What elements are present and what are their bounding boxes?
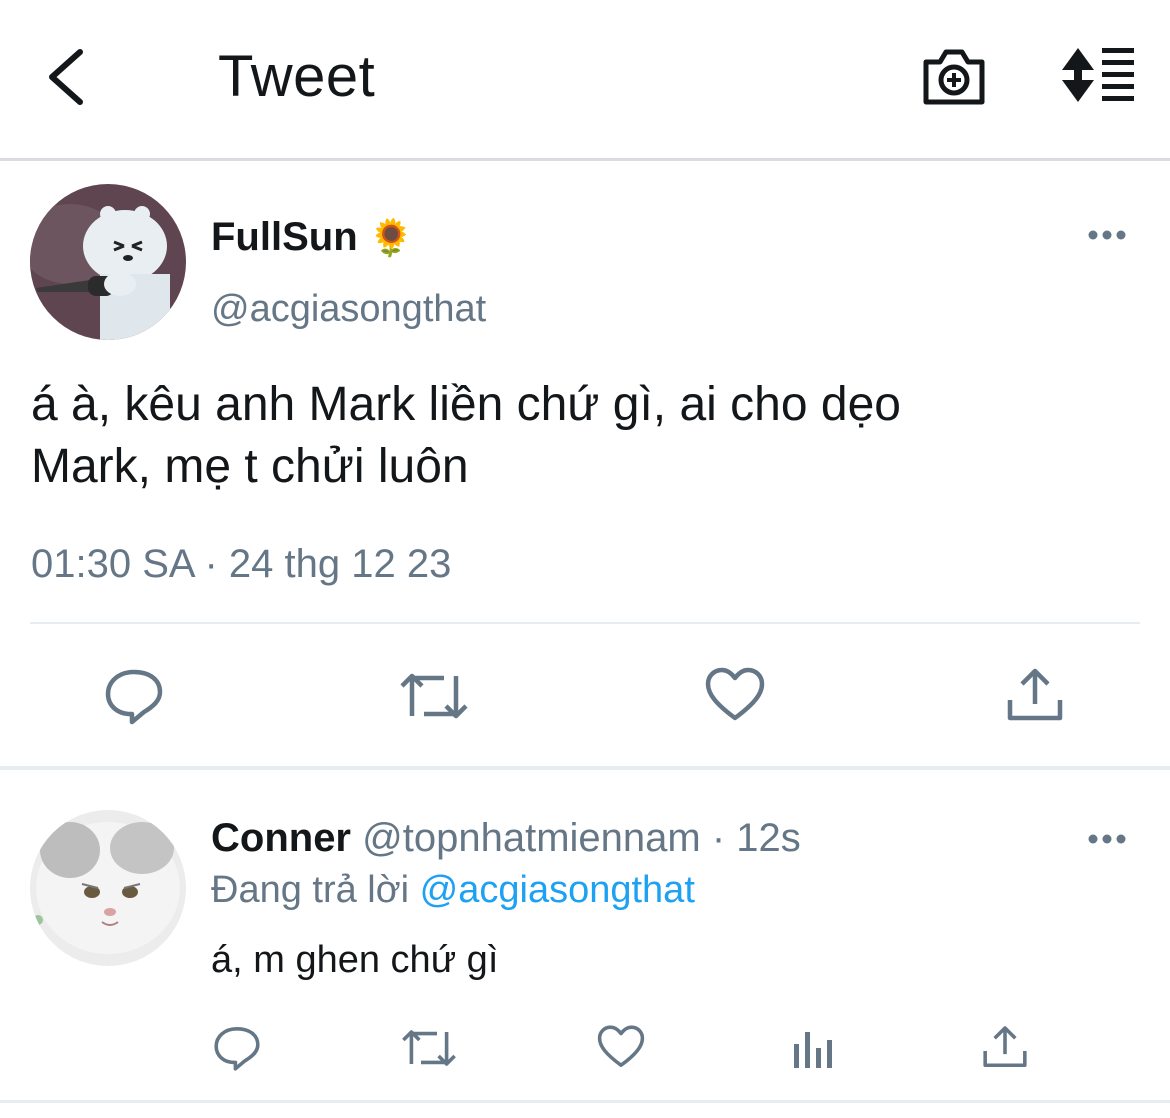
page-title: Tweet xyxy=(218,44,376,109)
sort-button[interactable] xyxy=(1058,44,1138,106)
tweet-timestamp: 01:30 SA · 24 thg 12 23 xyxy=(31,542,452,586)
reply-author-handle[interactable]: @topnhatmiennam xyxy=(362,816,701,860)
like-button[interactable] xyxy=(704,666,766,724)
author-name[interactable]: FullSun xyxy=(211,215,358,259)
bottom-separator xyxy=(0,1100,1170,1103)
reply-analytics-button[interactable] xyxy=(792,1026,834,1070)
reply-text: á, m ghen chứ gì xyxy=(211,939,499,981)
sunflower-emoji: 🌻 xyxy=(368,217,414,258)
share-button[interactable] xyxy=(1006,666,1064,724)
sort-list-icon xyxy=(1062,48,1134,102)
section-separator xyxy=(0,766,1170,770)
reply-author-row: Conner @topnhatmiennam · 12s xyxy=(211,812,801,864)
reply-button[interactable] xyxy=(104,666,164,726)
like-icon xyxy=(597,1025,645,1068)
tweet-divider xyxy=(30,622,1140,624)
reply-author-name[interactable]: Conner xyxy=(211,816,351,860)
analytics-icon xyxy=(794,1032,832,1068)
tweet-text-line-2: Mark, mẹ t chửi luôn xyxy=(31,440,469,493)
cat-avatar-icon xyxy=(30,810,186,966)
reply-icon xyxy=(214,1027,260,1071)
reply-more-options-button[interactable] xyxy=(1086,826,1130,852)
camera-plus-icon xyxy=(923,49,985,105)
share-icon xyxy=(1007,668,1063,721)
reply-retweet-button[interactable] xyxy=(400,1024,458,1072)
author-row: FullSun 🌻 xyxy=(211,212,414,262)
tweet-text-line-1: á à, kêu anh Mark liền chứ gì, ai cho dẹ… xyxy=(31,378,901,431)
more-dots-icon xyxy=(1088,230,1126,240)
reply-share-button[interactable] xyxy=(982,1024,1028,1070)
retweet-button[interactable] xyxy=(398,666,470,726)
reply-avatar[interactable] xyxy=(30,810,186,966)
share-icon xyxy=(983,1026,1027,1068)
reply-reply-button[interactable] xyxy=(212,1024,262,1072)
more-dots-icon xyxy=(1088,834,1126,844)
author-handle[interactable]: @acgiasongthat xyxy=(211,286,486,332)
reply-icon xyxy=(105,669,163,725)
replying-to-link[interactable]: @acgiasongthat xyxy=(420,869,695,911)
tweet-text: á à, kêu anh Mark liền chứ gì, ai cho dẹ… xyxy=(31,374,901,498)
reply-like-button[interactable] xyxy=(596,1024,646,1070)
replying-to-label: Đang trả lời xyxy=(211,869,410,911)
bear-avatar-icon xyxy=(30,184,186,340)
retweet-icon xyxy=(402,1030,456,1066)
more-options-button[interactable] xyxy=(1086,222,1130,248)
avatar[interactable] xyxy=(30,184,186,340)
top-bar xyxy=(0,0,1170,158)
back-button[interactable] xyxy=(40,44,100,110)
reply-time: · 12s xyxy=(711,816,801,860)
back-chevron-icon xyxy=(49,49,83,105)
replying-to-row: Đang trả lời @acgiasongthat xyxy=(211,866,695,914)
camera-button[interactable] xyxy=(920,42,988,108)
retweet-icon xyxy=(400,673,468,719)
header-divider xyxy=(0,158,1170,161)
like-icon xyxy=(705,667,765,721)
